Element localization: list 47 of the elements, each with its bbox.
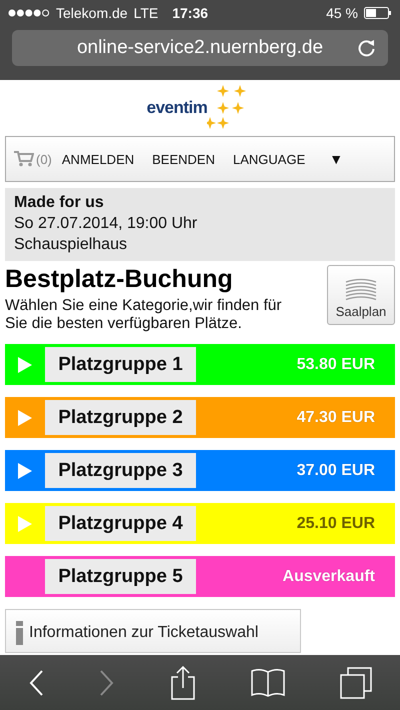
carrier-name: Telekom.de [56, 5, 128, 21]
bookmarks-button[interactable] [251, 668, 286, 698]
tabs-button[interactable] [340, 666, 372, 698]
reload-icon[interactable] [358, 39, 376, 57]
logo-text: eventim [146, 98, 208, 118]
address-bar[interactable]: online-service2.nuernberg.de [12, 30, 388, 66]
price-text: 53.80 EUR [296, 356, 375, 374]
category-name: Platzgruppe 5 [45, 559, 196, 594]
play-icon [18, 462, 32, 478]
nav-link[interactable]: ANMELDEN [62, 152, 134, 166]
network-type: LTE [134, 5, 158, 21]
category-name: Platzgruppe 2 [45, 400, 196, 435]
category-name: Platzgruppe 1 [45, 347, 196, 382]
category-row[interactable]: Platzgruppe 2 47.30 EUR [5, 397, 395, 438]
nav-link[interactable]: LANGUAGE [233, 152, 306, 166]
description-text: Wählen Sie eine Kategorie,wir finden für Sie die besten verfügbaren Plätze. [5, 297, 283, 333]
cart-count: (0) [36, 152, 52, 166]
info-button[interactable]: Informationen zur Ticketauswahl [5, 609, 301, 653]
share-button[interactable] [170, 666, 196, 700]
battery-icon [364, 7, 392, 19]
category-name: Platzgruppe 4 [45, 506, 196, 541]
info-icon [16, 621, 23, 645]
clock-time: 17:36 [172, 5, 208, 21]
dropdown-toggle[interactable]: ▼ [329, 151, 344, 167]
url-text: online-service2.nuernberg.de [76, 37, 324, 59]
price-text: 37.00 EUR [296, 462, 375, 480]
event-title: Made for us [14, 193, 105, 213]
category-row[interactable]: Platzgruppe 4 25.10 EUR [5, 503, 395, 544]
category-row[interactable]: Platzgruppe 5 Ausverkauft [5, 556, 395, 597]
event-venue: Schauspielhaus [14, 235, 128, 255]
back-button[interactable] [28, 668, 44, 696]
nav-link[interactable]: BEENDEN [152, 152, 215, 166]
event-date: So 27.07.2014, 19:00 Uhr [14, 214, 198, 234]
play-icon [18, 356, 32, 372]
price-text: 47.30 EUR [296, 408, 375, 426]
category-name: Platzgruppe 3 [45, 453, 196, 488]
category-row[interactable]: Platzgruppe 3 37.00 EUR [5, 450, 395, 491]
battery-percent: 45 % [326, 5, 358, 21]
sold-out-text: Ausverkauft [282, 568, 375, 586]
price-text: 25.10 EUR [296, 514, 375, 532]
category-row[interactable]: Platzgruppe 1 53.80 EUR [5, 344, 395, 385]
seat-plan-button[interactable]: Saalplan [327, 265, 395, 325]
page-heading: Bestplatz-Buchung [5, 264, 234, 295]
play-icon [18, 516, 32, 532]
signal-icon [8, 9, 50, 17]
cart-icon [14, 151, 34, 167]
play-icon [18, 410, 32, 426]
